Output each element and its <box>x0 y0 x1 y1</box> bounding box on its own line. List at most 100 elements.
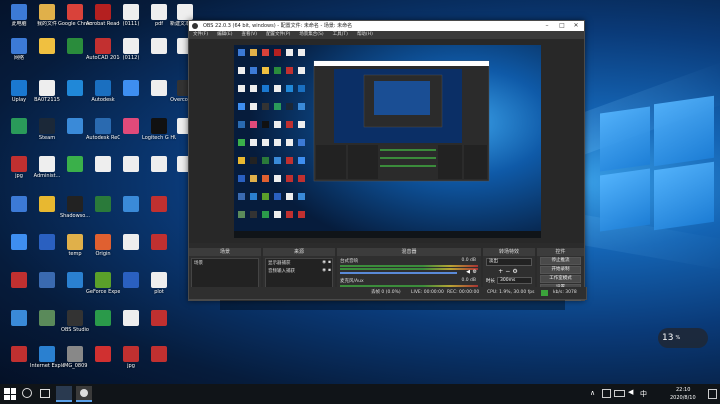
controls-dock-title: 控件 <box>537 248 584 256</box>
windows-icon <box>4 388 10 394</box>
app-icon <box>151 272 167 288</box>
menu-item[interactable]: 工具(T) <box>333 31 348 39</box>
speaker-icon[interactable]: ◀ <box>466 269 470 275</box>
desktop-icon-label: OBS Studio <box>61 327 89 333</box>
scenes-list[interactable]: 场景 <box>191 258 259 290</box>
menu-item[interactable]: 帮助(H) <box>357 31 373 39</box>
source-item[interactable]: 显示器捕获 ◉ ▪ <box>266 259 332 267</box>
preview-icon <box>286 193 293 200</box>
sources-list[interactable]: 显示器捕获 ◉ ▪ 音频输入捕获 ◉ ▪ <box>265 258 333 290</box>
app-icon <box>67 196 83 212</box>
scenes-dock-title: 场景 <box>189 248 261 256</box>
scene-item[interactable]: 场景 <box>192 259 258 267</box>
chevron-up-icon[interactable]: ∧ <box>590 389 595 397</box>
ime-indicator[interactable]: 中 <box>640 389 647 399</box>
taskbar-app-explorer[interactable] <box>56 386 72 402</box>
preview-icon <box>238 121 245 128</box>
app-icon <box>39 346 55 362</box>
desktop-icon[interactable] <box>142 234 176 251</box>
desktop-icon[interactable] <box>142 196 176 213</box>
app-icon <box>95 80 111 96</box>
start-recording-button[interactable]: 开始录制 <box>540 266 581 274</box>
close-icon[interactable]: ✕ <box>569 21 583 31</box>
preview-icon <box>262 85 269 92</box>
app-icon <box>39 80 55 96</box>
clock-time[interactable]: 22:10 <box>676 387 690 393</box>
menu-item[interactable]: 文件(F) <box>193 31 208 39</box>
search-icon[interactable] <box>22 388 32 398</box>
preview-icon <box>274 139 281 146</box>
studio-mode-button[interactable]: 工作室模式 <box>540 275 581 283</box>
app-icon <box>123 80 139 96</box>
gear-icon[interactable]: ⚙ <box>512 268 519 275</box>
duration-input[interactable]: 300ms <box>497 277 532 284</box>
clock-date[interactable]: 2020/8/10 <box>670 395 696 401</box>
preview-icon <box>298 121 305 128</box>
transition-select[interactable]: 淡出 <box>486 258 532 266</box>
app-icon <box>95 38 111 54</box>
preview-icon <box>238 175 245 182</box>
preview-icon <box>250 175 257 182</box>
volume-icon[interactable]: ◀ <box>628 388 633 396</box>
volume-meter <box>340 265 478 267</box>
desktop-icon[interactable] <box>142 346 176 363</box>
stop-streaming-button[interactable]: 停止推流 <box>540 257 581 265</box>
notification-bubble[interactable]: 13 % <box>658 328 708 348</box>
preview-icon <box>238 193 245 200</box>
volume-slider[interactable] <box>340 272 458 274</box>
menu-bar: 文件(F) 编辑(E) 查看(V) 配置文件(P) 场景集合(S) 工具(T) 帮助(H) <box>189 31 584 39</box>
app-icon <box>151 38 167 54</box>
preview-icon <box>274 85 281 92</box>
app-icon <box>123 234 139 250</box>
app-icon <box>95 196 111 212</box>
cpu-usage: CPU: 1.9%, 30.00 fps <box>487 290 535 295</box>
preview-icon <box>238 157 245 164</box>
lock-icon[interactable]: ▪ <box>328 260 331 265</box>
preview-icon <box>274 157 281 164</box>
preview-icon <box>238 49 245 56</box>
app-icon <box>11 272 27 288</box>
menu-item[interactable]: 配置文件(P) <box>266 31 290 39</box>
notification-center-icon[interactable] <box>708 389 717 399</box>
preview-icon <box>298 85 305 92</box>
preview-icon <box>298 175 305 182</box>
lock-icon[interactable]: ▪ <box>328 268 331 273</box>
window-title: OBS 22.0.3 (64 bit, windows) - 配置文件: 未命名… <box>203 23 353 29</box>
start-button[interactable] <box>4 388 16 400</box>
notification-unit: % <box>675 335 681 341</box>
battery-icon[interactable] <box>614 390 625 397</box>
menu-item[interactable]: 场景集合(S) <box>299 31 323 39</box>
desktop-icon-label: jpg <box>127 363 135 369</box>
obs-app-icon <box>192 23 198 29</box>
menu-item[interactable]: 编辑(E) <box>217 31 232 39</box>
maximize-icon[interactable]: □ <box>555 21 569 31</box>
network-icon[interactable] <box>602 389 611 398</box>
channel-db: 0.0 dB <box>461 258 476 263</box>
task-view-icon[interactable] <box>40 389 50 398</box>
visibility-eye-icon[interactable]: ◉ <box>322 268 326 273</box>
desktop-icon[interactable] <box>142 310 176 327</box>
preview-icon <box>286 103 293 110</box>
visibility-eye-icon[interactable]: ◉ <box>322 260 326 265</box>
desktop-icon-label: Autodesk <box>91 97 115 103</box>
menu-item[interactable]: 查看(V) <box>241 31 257 39</box>
preview-area <box>189 39 584 243</box>
channel-db: 0.0 dB <box>461 278 476 283</box>
minimize-icon[interactable]: – <box>540 21 554 31</box>
rec-time: REC: 00:00:00 <box>447 290 480 295</box>
desktop-icon-label: Shadowso... <box>59 213 91 219</box>
obs-titlebar[interactable]: OBS 22.0.3 (64 bit, windows) - 配置文件: 未命名… <box>189 21 584 31</box>
preview-icon <box>250 49 257 56</box>
obs-window[interactable]: OBS 22.0.3 (64 bit, windows) - 配置文件: 未命名… <box>188 20 585 301</box>
app-icon <box>151 156 167 172</box>
app-icon <box>11 196 27 212</box>
app-icon <box>11 234 27 250</box>
volume-meter <box>340 268 478 270</box>
stream-health-indicator <box>541 290 548 296</box>
desktop-icon[interactable]: plot <box>142 272 176 295</box>
transition-toolbar: +−⚙ <box>486 268 532 275</box>
taskbar-app-obs[interactable] <box>76 386 92 402</box>
preview-canvas[interactable] <box>234 45 541 238</box>
source-item[interactable]: 音频输入捕获 ◉ ▪ <box>266 267 332 275</box>
gear-icon[interactable]: ⚙ <box>473 269 477 275</box>
